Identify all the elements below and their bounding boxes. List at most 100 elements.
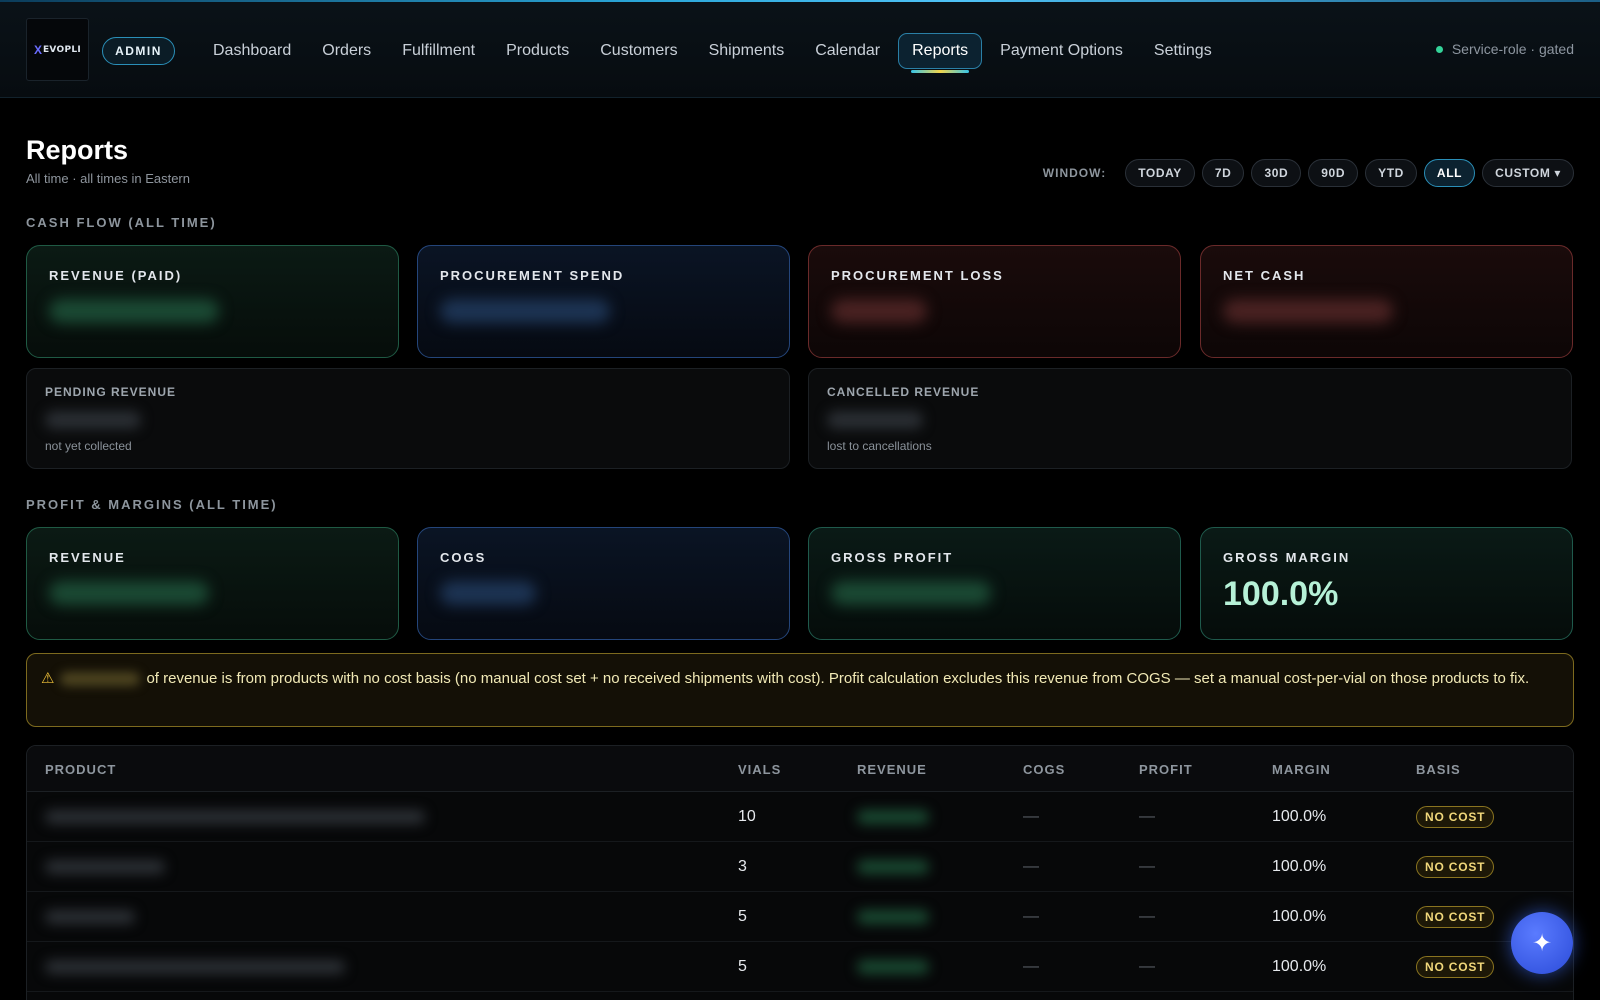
redacted-value (49, 299, 219, 323)
vials-cell: 10 (738, 808, 756, 825)
cogs-cell: — (1023, 908, 1039, 925)
admin-badge: ADMIN (102, 37, 175, 65)
profit-cell: — (1139, 958, 1155, 975)
profit-cell: — (1139, 908, 1155, 925)
redacted-value (60, 672, 141, 687)
nav-item-products[interactable]: Products (493, 33, 582, 69)
column-header-vials[interactable]: VIALS (738, 762, 781, 777)
nav-item-customers[interactable]: Customers (587, 33, 690, 69)
redacted-value (440, 299, 610, 323)
redacted-product-name (45, 960, 345, 974)
window-30d-button[interactable]: 30D (1251, 159, 1302, 187)
margin-cell: 100.0% (1272, 908, 1327, 925)
window-ytd-button[interactable]: YTD (1365, 159, 1417, 187)
margin-cell: 100.0% (1272, 808, 1327, 825)
card-title: GROSS PROFIT (831, 550, 954, 565)
redacted-value (1223, 299, 1393, 323)
nav-item-dashboard[interactable]: Dashboard (200, 33, 304, 69)
cogs-cell: — (1023, 958, 1039, 975)
margin-cell: 100.0% (1272, 858, 1327, 875)
column-header-margin[interactable]: MARGIN (1272, 762, 1331, 777)
no-cost-badge: NO COST (1416, 906, 1495, 928)
window-all-button[interactable]: ALL (1423, 159, 1476, 187)
card-title: REVENUE (PAID) (49, 268, 183, 283)
card-title: NET CASH (1223, 268, 1306, 283)
table-row[interactable]: 5 — — 100.0% NO COST (27, 892, 1573, 942)
cancelled-revenue-card: CANCELLED REVENUE lost to cancellations (808, 368, 1572, 469)
profit-cell: — (1139, 858, 1155, 875)
cogs-card: COGS (417, 527, 790, 640)
nav-item-settings[interactable]: Settings (1141, 33, 1225, 69)
no-cost-badge: NO COST (1416, 956, 1495, 978)
redacted-value (440, 581, 536, 605)
redacted-revenue (857, 860, 929, 874)
column-header-product[interactable]: PRODUCT (45, 762, 116, 777)
window-today-button[interactable]: TODAY (1125, 159, 1195, 187)
warning-text: of revenue is from products with no cost… (146, 670, 1530, 687)
revenue-paid-card: REVENUE (PAID) (26, 245, 399, 358)
procurement-loss-card: PROCUREMENT LOSS (808, 245, 1181, 358)
gross-margin-card: GROSS MARGIN 100.0% (1200, 527, 1573, 640)
table-row[interactable]: 10 — — 100.0% NO COST (27, 792, 1573, 842)
main-nav: Dashboard Orders Fulfillment Products Cu… (200, 32, 1230, 73)
redacted-product-name (45, 910, 135, 924)
redacted-value (827, 411, 923, 429)
redacted-revenue (857, 810, 929, 824)
pending-revenue-card: PENDING REVENUE not yet collected (26, 368, 790, 469)
redacted-product-name (45, 860, 165, 874)
nav-item-shipments[interactable]: Shipments (696, 33, 798, 69)
table-header: PRODUCT VIALS REVENUE COGS PROFIT MARGIN… (27, 746, 1573, 792)
redacted-revenue (857, 960, 929, 974)
redacted-value (49, 581, 209, 605)
logo-wordmark: EVOPLI (42, 44, 82, 55)
window-90d-button[interactable]: 90D (1308, 159, 1359, 187)
window-7d-button[interactable]: 7D (1201, 159, 1245, 187)
product-profit-table: PRODUCT VIALS REVENUE COGS PROFIT MARGIN… (26, 745, 1574, 1000)
no-cost-badge: NO COST (1416, 856, 1495, 878)
nav-item-calendar[interactable]: Calendar (802, 33, 893, 69)
service-status: Service-role · gated (1435, 41, 1574, 57)
redacted-product-name (45, 810, 425, 824)
redacted-revenue (857, 910, 929, 924)
no-cost-badge: NO COST (1416, 806, 1495, 828)
card-title: GROSS MARGIN (1223, 550, 1351, 565)
window-label: WINDOW: (1042, 166, 1107, 180)
redacted-value (45, 411, 141, 429)
service-status-text: Service-role · gated (1451, 41, 1574, 57)
revenue-card: REVENUE (26, 527, 399, 640)
column-header-profit[interactable]: PROFIT (1139, 762, 1193, 777)
nav-item-orders[interactable]: Orders (309, 33, 384, 69)
procurement-spend-card: PROCUREMENT SPEND (417, 245, 790, 358)
nav-item-payment-options[interactable]: Payment Options (987, 33, 1136, 69)
sub-card-note: lost to cancellations (827, 439, 932, 453)
status-dot-icon (1435, 45, 1443, 53)
column-header-cogs[interactable]: COGS (1023, 762, 1065, 777)
top-nav-bar: X EVOPLI ADMIN Dashboard Orders Fulfillm… (0, 2, 1600, 98)
logo-x-mark: X (33, 42, 42, 57)
net-cash-card: NET CASH (1200, 245, 1573, 358)
column-header-basis[interactable]: BASIS (1416, 762, 1461, 777)
profit-margins-section-label: PROFIT & MARGINS (ALL TIME) (26, 497, 278, 512)
cogs-cell: — (1023, 808, 1039, 825)
margin-cell: 100.0% (1272, 958, 1327, 975)
brand-logo[interactable]: X EVOPLI (26, 18, 89, 81)
column-header-revenue[interactable]: REVENUE (857, 762, 927, 777)
table-row[interactable]: 3 — — 100.0% NO COST (27, 842, 1573, 892)
page-title: Reports (26, 135, 129, 165)
nav-item-reports[interactable]: Reports (898, 33, 983, 73)
card-title: REVENUE (49, 550, 126, 565)
redacted-value (831, 299, 927, 323)
window-custom-dropdown[interactable]: CUSTOM ▾ (1482, 159, 1574, 187)
redacted-value (831, 581, 991, 605)
vials-cell: 5 (738, 908, 747, 925)
vials-cell: 5 (738, 958, 747, 975)
sparkle-icon[interactable]: ✦ (1511, 912, 1573, 974)
nav-item-fulfillment[interactable]: Fulfillment (389, 33, 488, 69)
cogs-cell: — (1023, 858, 1039, 875)
table-row[interactable]: 5 — — 100.0% NO COST (27, 942, 1573, 992)
page-subtitle: All time · all times in Eastern (26, 171, 190, 186)
gross-margin-value: 100.0% (1223, 575, 1339, 613)
profit-cell: — (1139, 808, 1155, 825)
sub-card-note: not yet collected (45, 439, 132, 453)
cash-flow-section-label: CASH FLOW (ALL TIME) (26, 215, 217, 230)
